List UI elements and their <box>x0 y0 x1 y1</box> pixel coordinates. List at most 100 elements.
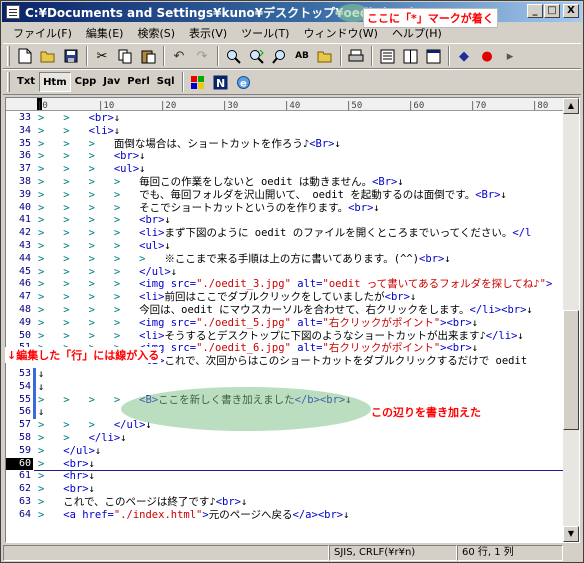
paste-icon[interactable] <box>137 45 159 67</box>
modified-line-marker <box>33 253 36 266</box>
line-number: 39 <box>18 188 31 200</box>
replace-icon[interactable]: AB <box>291 45 313 67</box>
menu-file[interactable]: ファイル(F) <box>6 25 79 41</box>
code-line[interactable]: 59 > </ul>↓ <box>6 445 568 458</box>
menu-tools[interactable]: ツール(T) <box>234 25 296 41</box>
menu-window[interactable]: ウィンドウ(W) <box>296 25 384 41</box>
code-line[interactable]: 48 > > > > 今回は、oedit にマウスカーソルを合わせて、右クリックを… <box>6 304 568 317</box>
mode-perl[interactable]: Perl <box>124 72 152 92</box>
mode-htm[interactable]: Htm <box>39 72 71 92</box>
code-lines[interactable]: 33 > > <br>↓ 34 > > <li>↓ 35 > > > 面倒な場合は、ショー… <box>6 112 568 522</box>
line-text: > <hr>↓ <box>38 470 95 483</box>
line-number: 38 <box>18 175 31 187</box>
code-line[interactable]: 40 > > > > そこでショートカットというのを作ります。<br>↓ <box>6 202 568 215</box>
modified-line-marker <box>33 176 36 189</box>
line-number: 54 <box>18 380 31 392</box>
toolbar-grip[interactable] <box>7 72 10 92</box>
save-icon[interactable] <box>60 45 82 67</box>
annotation-edited-line: ↓編集した「行」には線が入る <box>5 347 162 363</box>
scroll-down-icon[interactable]: ▼ <box>563 526 579 542</box>
mode-jav[interactable]: Jav <box>100 72 123 92</box>
line-number: 44 <box>18 252 31 264</box>
modified-line-marker <box>33 189 36 202</box>
code-line[interactable]: 50 > > > > <li>そうするとデスクトップに下図のようなショートカットが… <box>6 330 568 343</box>
redo-icon[interactable]: ↷ <box>191 45 213 67</box>
ruler-tick: |10 <box>98 101 115 111</box>
toolbar-separator <box>86 46 88 66</box>
app-icon[interactable] <box>6 5 20 19</box>
mode-cpp[interactable]: Cpp <box>72 72 100 92</box>
code-line[interactable]: 60 > <br>↓ <box>6 457 568 471</box>
bookmark-icon[interactable]: ● <box>476 45 498 67</box>
color-palette-icon[interactable] <box>187 71 209 93</box>
code-line[interactable]: 41 > > > > <br>↓ <box>6 214 568 227</box>
folder-search-icon[interactable] <box>314 45 336 67</box>
line-number: 53 <box>18 367 31 379</box>
browser-icon[interactable]: e <box>233 71 255 93</box>
current-line-underline <box>34 470 568 472</box>
modified-line-marker <box>33 380 36 394</box>
code-line[interactable]: 45 > > > > </ul>↓ <box>6 266 568 279</box>
split-pane-icon[interactable] <box>399 45 421 67</box>
code-line[interactable]: 47 > > > > <li>前回はここでダブルクリックをしていましたが<br>↓ <box>6 291 568 304</box>
modified-line-marker <box>33 150 36 163</box>
code-line[interactable]: 46 > > > > <img src="./oedit_3.jpg" alt="… <box>6 278 568 291</box>
scroll-up-icon[interactable]: ▲ <box>563 98 579 114</box>
cut-icon[interactable]: ✂ <box>91 45 113 67</box>
vertical-scrollbar[interactable]: ▲ ▼ <box>563 98 579 542</box>
code-line[interactable]: 43 > > > > <ul>↓ <box>6 240 568 253</box>
code-line[interactable]: 44 > > > > > ※ここまで来る手順は上の方に書いてあります。(^^)<b… <box>6 253 568 266</box>
code-line[interactable]: 49 > > > > <img src="./oedit_5.jpg" alt="… <box>6 317 568 330</box>
close-button[interactable]: X <box>563 4 579 18</box>
modified-line-marker <box>33 419 36 432</box>
menu-search[interactable]: 検索(S) <box>130 25 182 41</box>
status-position: 60 行, 1 列 <box>457 545 563 561</box>
code-line[interactable]: 64 > <a href="./index.html">元のページへ戻る</a><… <box>6 509 568 522</box>
jump-icon[interactable]: ◆ <box>453 45 475 67</box>
code-line[interactable]: 58 > > </li>↓ <box>6 432 568 445</box>
code-line[interactable]: 61 > <hr>↓ <box>6 470 568 483</box>
menu-edit[interactable]: 編集(E) <box>79 25 131 41</box>
single-pane-icon[interactable] <box>376 45 398 67</box>
toolbar-grip[interactable] <box>7 46 10 66</box>
ruler-tick: |20 <box>160 101 177 111</box>
menu-view[interactable]: 表示(V) <box>182 25 234 41</box>
code-line[interactable]: 35 > > > 面倒な場合は、ショートカットを作ろう♪<Br>↓ <box>6 138 568 151</box>
undo-icon[interactable]: ↶ <box>168 45 190 67</box>
find-previous-icon[interactable] <box>268 45 290 67</box>
find-next-icon[interactable] <box>245 45 267 67</box>
mode-txt[interactable]: Txt <box>14 72 38 92</box>
print-icon[interactable] <box>345 45 367 67</box>
code-line[interactable]: 53 ↓ <box>6 367 568 381</box>
line-text: > > <li>↓ <box>38 124 121 137</box>
next-bookmark-icon[interactable]: ▸ <box>499 45 521 67</box>
code-line[interactable]: 62 > <br>↓ <box>6 483 568 496</box>
code-line[interactable]: 34 > > <li>↓ <box>6 125 568 138</box>
maximize-button[interactable]: □ <box>544 4 560 18</box>
code-line[interactable]: 36 > > > <br>↓ <box>6 150 568 163</box>
n-icon[interactable]: N <box>210 71 232 93</box>
copy-icon[interactable] <box>114 45 136 67</box>
line-number: 60 <box>6 457 33 471</box>
code-line[interactable]: 39 > > > > でも、毎回フォルダを沢山開いて、 oedit を起動するのは… <box>6 189 568 202</box>
mode-sql[interactable]: Sql <box>154 72 178 92</box>
code-line[interactable]: 63 > これで、このページは終了です♪<br>↓ <box>6 496 568 509</box>
code-line[interactable]: 33 > > <br>↓ <box>6 112 568 125</box>
minimize-button[interactable]: _ <box>527 4 543 18</box>
toolbar-separator <box>163 46 165 66</box>
code-line[interactable]: 37 > > > <ul>↓ <box>6 163 568 176</box>
editor-area[interactable]: |0 |10 |20 |30 |40 |50 |60 |70 |80 33 > >… <box>5 97 580 543</box>
line-text: > > > > <li>まず下図のように oedit のファイルを開くところまで… <box>38 227 532 240</box>
open-folder-icon[interactable] <box>37 45 59 67</box>
new-file-icon[interactable] <box>14 45 36 67</box>
line-number: 45 <box>18 265 31 277</box>
window-icon[interactable] <box>422 45 444 67</box>
toolbar-separator <box>371 46 373 66</box>
modified-line-marker <box>33 367 36 381</box>
ruler-tick: |60 <box>408 101 425 111</box>
scroll-thumb[interactable] <box>563 310 579 430</box>
code-line[interactable]: 38 > > > > 毎回この作業をしないと oedit は動きません。<Br>↓ <box>6 176 568 189</box>
code-line[interactable]: 42 > > > > <li>まず下図のように oedit のファイルを開くところ… <box>6 227 568 240</box>
find-icon[interactable] <box>222 45 244 67</box>
menu-help[interactable]: ヘルプ(H) <box>385 25 449 41</box>
